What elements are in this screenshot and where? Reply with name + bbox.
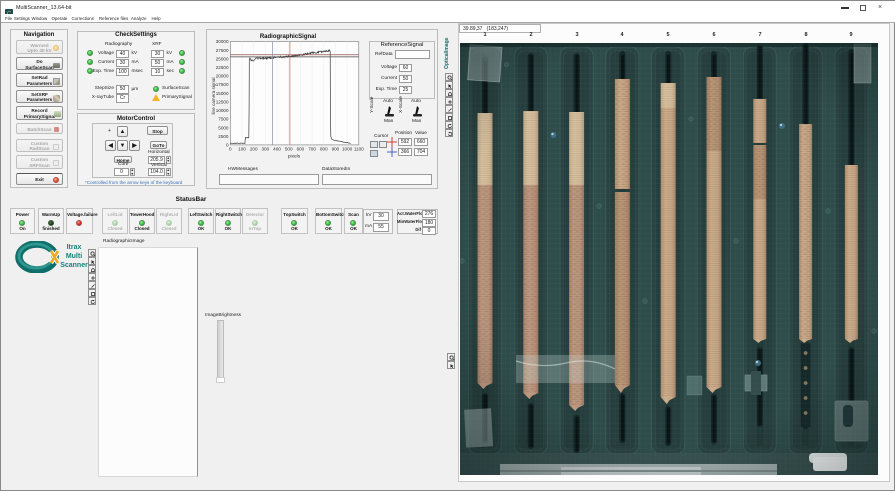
- svg-text:22500: 22500: [216, 65, 229, 70]
- svg-text:pixels: pixels: [288, 154, 301, 160]
- svg-text:0: 0: [229, 147, 232, 152]
- svg-text:600: 600: [297, 147, 305, 152]
- svg-text:200: 200: [250, 147, 258, 152]
- svg-text:800: 800: [320, 147, 328, 152]
- svg-text:1000: 1000: [342, 147, 353, 152]
- svg-text:12500: 12500: [216, 100, 229, 105]
- svg-text:900: 900: [332, 147, 340, 152]
- svg-text:15000: 15000: [216, 91, 229, 96]
- svg-text:7500: 7500: [218, 117, 229, 122]
- svg-text:27500: 27500: [216, 48, 229, 53]
- svg-text:400: 400: [273, 147, 281, 152]
- svg-text:700: 700: [308, 147, 316, 152]
- svg-text:1100: 1100: [354, 147, 364, 152]
- svg-text:10000: 10000: [216, 108, 229, 113]
- svg-text:17500: 17500: [216, 82, 229, 87]
- svg-text:line camera signal: line camera signal: [211, 77, 216, 114]
- svg-text:30000: 30000: [216, 39, 229, 44]
- svg-text:5000: 5000: [218, 125, 229, 130]
- svg-text:2500: 2500: [218, 134, 229, 139]
- svg-text:500: 500: [285, 147, 293, 152]
- svg-text:20000: 20000: [216, 74, 229, 79]
- svg-text:100: 100: [238, 147, 246, 152]
- svg-text:25000: 25000: [216, 56, 229, 61]
- svg-text:300: 300: [261, 147, 269, 152]
